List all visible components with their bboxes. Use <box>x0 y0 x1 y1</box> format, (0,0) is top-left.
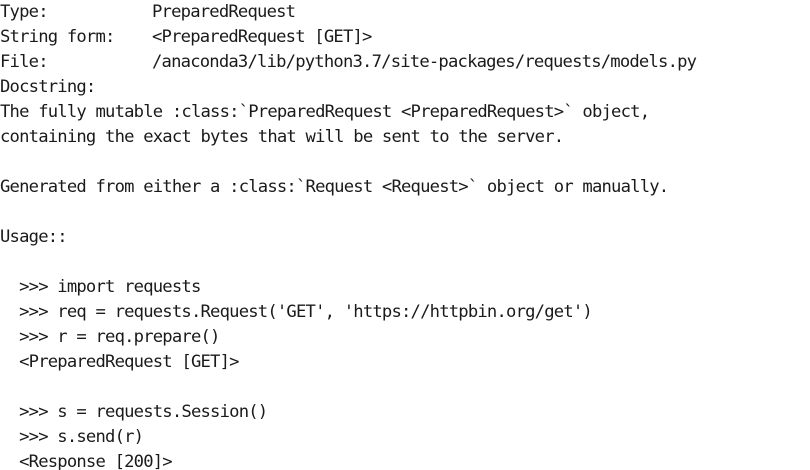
file-label: File: <box>0 52 49 72</box>
docstring-line: The fully mutable :class:`PreparedReques… <box>0 102 650 122</box>
type-row: Type: PreparedRequest <box>0 0 810 25</box>
docstring-label: Docstring: <box>0 77 96 97</box>
docstring-line: containing the exact bytes that will be … <box>0 127 564 147</box>
code-example-line <box>0 375 810 400</box>
code-example-line: >>> r = req.prepare() <box>0 327 220 347</box>
file-row: File: /anaconda3/lib/python3.7/site-packa… <box>0 50 810 75</box>
code-example-line: <PreparedRequest [GET]> <box>0 352 239 372</box>
docstring-line <box>0 150 810 175</box>
object-help-output: Type: PreparedRequest String form: <Prepar… <box>0 0 810 470</box>
docstring-line <box>0 200 810 225</box>
code-example-line: >>> s = requests.Session() <box>0 402 268 422</box>
string-form-row: String form: <PreparedRequest [GET]> <box>0 25 810 50</box>
code-example-line: <Response [200]> <box>0 452 173 470</box>
docstring-line: Generated from either a :class:`Request … <box>0 177 669 197</box>
docstring-line: Usage:: <box>0 227 68 247</box>
string-form-value: <PreparedRequest [GET]> <box>152 27 372 47</box>
code-example-line: >>> req = requests.Request('GET', 'https… <box>0 302 593 322</box>
type-value: PreparedRequest <box>152 2 296 22</box>
code-example-line: >>> s.send(r) <box>0 427 144 447</box>
docstring-line <box>0 250 810 275</box>
file-path-value: /anaconda3/lib/python3.7/site-packages/r… <box>152 52 697 72</box>
type-label: Type: <box>0 2 49 22</box>
code-example-line: >>> import requests <box>0 277 201 297</box>
string-form-label: String form: <box>0 27 115 47</box>
